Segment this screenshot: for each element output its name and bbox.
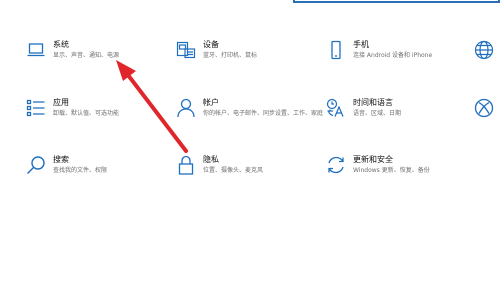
tile-network[interactable] (474, 40, 500, 66)
magnifier-icon (26, 155, 46, 175)
tile-privacy-title: 隐私 (203, 155, 219, 164)
tile-time-language[interactable]: 时间和语言 语音、区域、日期 (326, 98, 456, 124)
tile-phone[interactable]: 手机 连接 Android 设备和 iPhone (326, 40, 456, 66)
tile-system-title: 系统 (53, 40, 69, 49)
tile-search-title: 搜索 (53, 155, 69, 164)
time-language-icon (326, 98, 346, 118)
tile-devices[interactable]: 设备 蓝牙、打印机、鼠标 (176, 40, 296, 66)
tile-privacy-desc: 位置、摄像头、麦克风 (203, 167, 264, 174)
tile-time-language-title: 时间和语言 (353, 98, 393, 107)
tile-update-security[interactable]: 更新和安全 Windows 更新、恢复、备份 (326, 155, 466, 181)
tile-time-language-desc: 语音、区域、日期 (353, 110, 402, 117)
tile-devices-desc: 蓝牙、打印机、鼠标 (203, 52, 258, 59)
tile-search-desc: 查找我的文件、权限 (53, 167, 108, 174)
tile-update-security-title: 更新和安全 (353, 155, 393, 164)
globe-icon (474, 40, 494, 60)
tile-apps-title: 应用 (53, 98, 69, 107)
lock-icon (176, 155, 196, 175)
tile-system-desc: 显示、声音、通知、电源 (53, 52, 120, 59)
tile-accounts-desc: 你的帐户、电子邮件、同步设置、工作、家庭 (203, 110, 324, 117)
tile-system[interactable]: 系统 显示、声音、通知、电源 (26, 40, 166, 66)
tile-accounts-title: 帐户 (203, 98, 219, 107)
tile-search[interactable]: 搜索 查找我的文件、权限 (26, 155, 166, 181)
phone-icon (326, 40, 346, 60)
xbox-icon (474, 98, 494, 118)
tile-apps-desc: 卸载、默认值、可选功能 (53, 110, 120, 117)
tile-privacy[interactable]: 隐私 位置、摄像头、麦克风 (176, 155, 316, 181)
tile-accounts[interactable]: 帐户 你的帐户、电子邮件、同步设置、工作、家庭 (176, 98, 323, 124)
tile-update-security-desc: Windows 更新、恢复、备份 (353, 167, 430, 174)
tile-gaming[interactable] (474, 98, 500, 124)
apps-list-icon (26, 98, 46, 118)
tile-devices-title: 设备 (203, 40, 219, 49)
keyboard-printer-icon (176, 40, 196, 60)
laptop-icon (26, 40, 46, 60)
person-icon (176, 98, 196, 118)
tile-phone-title: 手机 (353, 40, 369, 49)
sync-icon (326, 155, 346, 175)
search-box[interactable] (293, 0, 500, 3)
tile-apps[interactable]: 应用 卸载、默认值、可选功能 (26, 98, 166, 124)
tile-phone-desc: 连接 Android 设备和 iPhone (353, 52, 433, 59)
